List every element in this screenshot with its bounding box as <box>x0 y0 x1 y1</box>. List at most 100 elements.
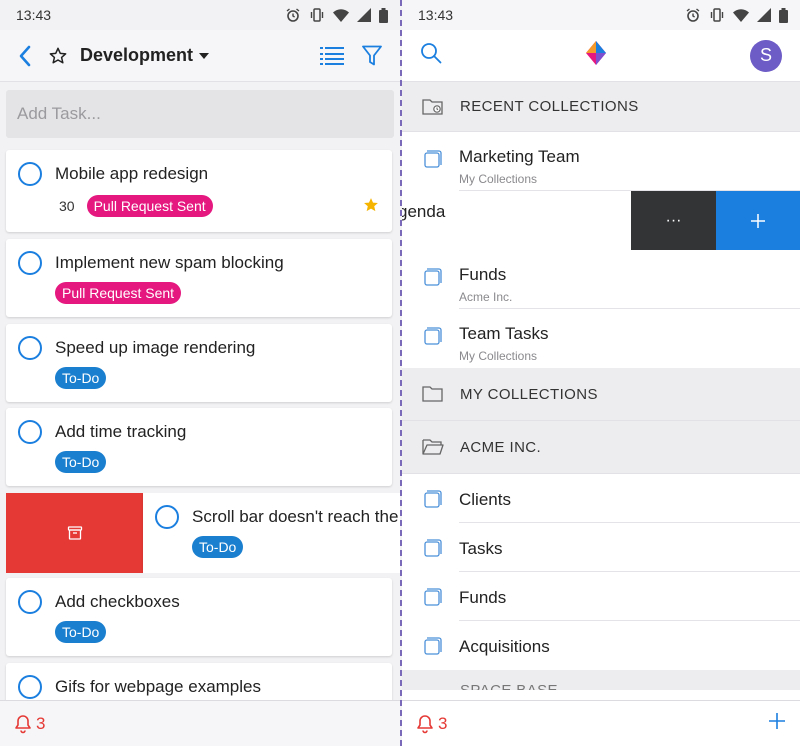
collection-name: genda <box>402 202 446 221</box>
vibrate-icon <box>310 8 324 22</box>
task-checkbox[interactable] <box>18 590 42 614</box>
task-tags: To-Do <box>55 621 107 643</box>
subtask-count: 30 <box>59 198 75 214</box>
status-icons <box>685 7 788 23</box>
status-tag[interactable]: To-Do <box>55 621 107 643</box>
user-avatar[interactable]: S <box>750 39 782 72</box>
list-header: Development <box>0 30 400 82</box>
next-section-header[interactable]: SPACE BASE <box>402 670 800 690</box>
left-bottom-bar: 3 <box>0 700 400 746</box>
task-checkbox[interactable] <box>18 675 42 699</box>
battery-icon <box>379 7 388 23</box>
status-tag[interactable]: Pull Request Sent <box>86 195 213 217</box>
task-checkbox[interactable] <box>18 251 42 275</box>
collection-icon <box>424 539 442 557</box>
plus-icon <box>769 713 785 729</box>
collection-icon <box>424 150 442 168</box>
filter-button[interactable] <box>352 36 392 76</box>
favorite-button[interactable] <box>42 36 74 76</box>
task-checkbox[interactable] <box>18 420 42 444</box>
collection-title-dropdown[interactable]: Development <box>80 45 210 66</box>
task-card[interactable]: Speed up image rendering To-Do <box>6 324 392 402</box>
section-title: SPACE BASE <box>460 682 558 690</box>
search-icon <box>421 43 442 64</box>
add-to-collection-button[interactable] <box>716 191 800 250</box>
task-title: Mobile app redesign <box>55 164 209 183</box>
more-icon: ··· <box>665 211 682 229</box>
notification-count: 3 <box>36 713 46 733</box>
search-button[interactable] <box>420 42 442 69</box>
collection-item[interactable]: Clients <box>402 474 800 523</box>
archive-action-button[interactable] <box>6 493 143 573</box>
task-card[interactable]: Add checkboxes To-Do <box>6 578 392 656</box>
task-card[interactable]: Mobile app redesign 30 Pull Request Sent <box>6 150 392 232</box>
collection-title: Development <box>80 45 194 65</box>
right-bottom-bar: 3 <box>402 700 800 746</box>
notification-count: 3 <box>438 713 448 733</box>
collection-item[interactable]: Marketing Team My Collections <box>402 132 800 191</box>
collection-item[interactable]: Tasks <box>402 523 800 572</box>
status-tag[interactable]: To-Do <box>192 536 244 558</box>
status-tag[interactable]: Pull Request Sent <box>55 282 182 304</box>
status-time: 13:43 <box>16 7 52 23</box>
collection-item[interactable]: Funds Acme Inc. <box>402 250 800 309</box>
task-tags: Pull Request Sent <box>55 282 182 304</box>
notifications-button[interactable]: 3 <box>416 714 447 734</box>
task-card[interactable]: Scroll bar doesn't reach the To-Do <box>143 493 400 573</box>
collection-icon <box>424 327 442 345</box>
collection-name: Tasks <box>459 539 503 558</box>
task-title: Gifs for webpage examples <box>55 677 261 696</box>
app-root: 13:43 Development Add Task... Mobile app… <box>0 0 800 746</box>
collection-icon <box>424 588 442 606</box>
collection-item[interactable]: Funds <box>402 572 800 621</box>
collection-icon <box>424 490 442 508</box>
task-title: Speed up image rendering <box>55 338 256 357</box>
filter-icon <box>362 45 382 65</box>
collection-name: Funds <box>459 265 507 284</box>
alarm-icon <box>686 8 700 22</box>
notifications-button[interactable]: 3 <box>14 714 45 734</box>
collection-name: Marketing Team <box>459 147 580 166</box>
app-logo <box>586 41 606 70</box>
back-button[interactable] <box>8 36 42 76</box>
caret-down-icon <box>199 52 210 59</box>
list-icon <box>320 46 344 65</box>
recent-collections-header: RECENT COLLECTIONS <box>402 82 800 132</box>
recent-folder-icon <box>422 98 443 115</box>
status-tag[interactable]: To-Do <box>55 451 107 473</box>
my-collections-header[interactable]: MY COLLECTIONS <box>402 368 800 421</box>
add-collection-button[interactable] <box>768 712 786 735</box>
diamond-logo-icon <box>586 41 606 65</box>
wifi-icon <box>733 9 749 22</box>
star-filled-icon[interactable] <box>362 196 380 214</box>
signal-icon <box>757 8 771 22</box>
more-actions-button[interactable]: ··· <box>631 191 716 250</box>
collection-name: Team Tasks <box>459 324 549 343</box>
task-card[interactable]: Add time tracking To-Do <box>6 408 392 486</box>
collection-icon <box>424 268 442 286</box>
collection-owner: My Collections <box>459 349 538 363</box>
add-task-field[interactable] <box>6 90 394 138</box>
collections-header: S <box>402 30 800 82</box>
collection-name: Clients <box>459 490 511 509</box>
swiped-collection-row[interactable]: genda ··· <box>402 191 800 250</box>
alarm-icon <box>286 8 300 22</box>
task-checkbox[interactable] <box>18 162 42 186</box>
add-task-input[interactable] <box>17 104 394 124</box>
acme-header[interactable]: ACME INC. <box>402 421 800 474</box>
collections-pane: 13:43 S RECENT COLLECTIONS Marketing Tea… <box>402 0 800 746</box>
collection-icon <box>424 637 442 655</box>
status-tag[interactable]: To-Do <box>55 367 107 389</box>
task-card[interactable]: Implement new spam blocking Pull Request… <box>6 239 392 317</box>
vibrate-icon <box>710 8 724 22</box>
task-checkbox[interactable] <box>18 336 42 360</box>
list-view-button[interactable] <box>312 36 352 76</box>
task-title: Scroll bar doesn't reach the <box>192 507 399 526</box>
swiped-task-row[interactable]: Scroll bar doesn't reach the To-Do <box>6 493 400 573</box>
collection-owner: My Collections <box>459 172 538 186</box>
task-checkbox[interactable] <box>155 505 179 529</box>
archive-icon <box>67 526 82 540</box>
collection-item[interactable]: Acquisitions <box>402 621 800 670</box>
collection-item[interactable]: Team Tasks My Collections <box>402 309 800 368</box>
collection-name: Acquisitions <box>459 637 550 656</box>
